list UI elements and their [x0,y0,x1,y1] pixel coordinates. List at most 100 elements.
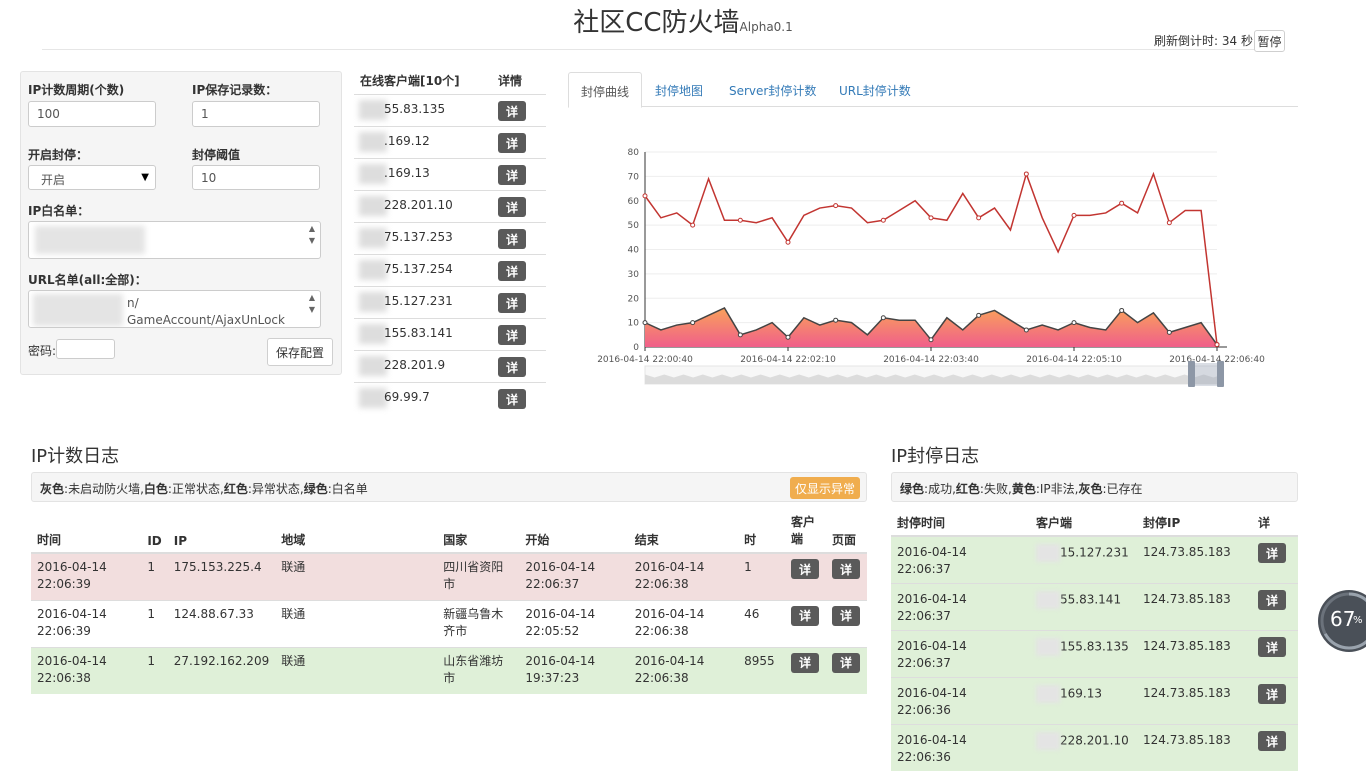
legend-key: 红色 [956,482,980,496]
cell-page: 详 [826,600,867,647]
y-tick-label: 10 [628,319,640,329]
cell-block-ip: 124.73.85.183 [1137,584,1252,631]
redacted-mask [1036,685,1060,703]
client-detail-button[interactable]: 详 [498,229,526,249]
url-list-textarea[interactable]: n/ GameAccount/AjaxUnLock ▲ ▼ [28,290,321,328]
client-row: 75.137.253详 [354,222,546,254]
tab-block-curve[interactable]: 封停曲线 [568,72,642,108]
block-threshold-input[interactable] [192,165,320,190]
column-header: 客户端 [785,510,826,553]
cell-time: 2016-04-14 22:06:36 [891,678,1030,725]
block-detail-button[interactable]: 详 [1258,637,1286,657]
scroll-down-icon[interactable]: ▼ [309,305,315,314]
page-detail-button[interactable]: 详 [832,559,860,579]
table-row: 2016-04-14 22:06:36228.201.10124.73.85.1… [891,725,1298,771]
series-1-point [929,216,933,220]
series-1-point [738,218,742,222]
redacted-mask [33,294,123,326]
countdown-value: 34 [1222,34,1237,48]
scroll-up-icon[interactable]: ▲ [309,293,315,302]
client-row: 69.99.7 详 [354,382,546,414]
series-2-point [1072,321,1076,325]
client-detail-button[interactable]: 详 [498,389,526,409]
cell-region: 联通 [275,647,437,694]
whitelist-textarea[interactable]: ▲ ▼ [28,221,321,259]
tab-block-map[interactable]: 封停地图 [643,72,715,107]
scroll-down-icon[interactable]: ▼ [309,236,315,245]
block-curve-chart: 010203040506070802016-04-14 22:00:402016… [595,140,1275,390]
block-detail-button[interactable]: 详 [1258,731,1286,751]
ip-log-title: IP计数日志 [31,442,119,468]
client-ip: 69.99.7 [384,390,430,404]
client-ip: 155.83.141 [384,326,453,340]
client-detail-button[interactable]: 详 [791,653,819,673]
version-label: Alpha0.1 [740,20,793,34]
progress-indicator[interactable]: 67 % [1318,590,1366,652]
client-detail-button[interactable]: 详 [498,133,526,153]
legend-desc: IP非法 [1040,482,1075,496]
block-enable-select[interactable]: 开启 ▼ [28,165,156,190]
legend-desc: 未启动防火墙 [68,482,140,496]
table-header-row: 时间 ID IP 地域 国家 开始 结束 时 客户端 页面 [31,510,867,553]
scroll-up-icon[interactable]: ▲ [309,224,315,233]
ip-keep-input[interactable] [192,101,320,127]
block-log-title: IP封停日志 [891,442,979,468]
client-detail-button[interactable]: 详 [498,197,526,217]
block-detail-button[interactable]: 详 [1258,543,1286,563]
redacted-mask [1036,544,1060,562]
block-detail-button[interactable]: 详 [1258,684,1286,704]
y-tick-label: 30 [628,270,640,280]
client-detail-button[interactable]: 详 [498,101,526,121]
page-detail-button[interactable]: 详 [832,653,860,673]
header-divider [42,49,1284,50]
client-row: .169.13详 [354,158,546,190]
only-abnormal-button[interactable]: 仅显示异常 [790,477,860,499]
ip-cycle-input[interactable] [28,101,156,127]
column-header: 地域 [275,510,437,553]
table-row: 2016-04-14 22:06:37155.83.135124.73.85.1… [891,631,1298,678]
cell-page: 详 [826,553,867,600]
url-line-2: GameAccount/AjaxUnLock [127,313,285,327]
client-detail-button[interactable]: 详 [498,357,526,377]
legend-key: 黄色 [1012,482,1036,496]
countdown-label: 刷新倒计时: [1154,34,1218,48]
pause-button[interactable]: 暂停 [1254,30,1285,52]
series-1-point [786,240,790,244]
column-header: 结束 [629,510,738,553]
password-input[interactable] [56,339,115,359]
tab-server-count[interactable]: Server封停计数 [717,72,828,107]
zoom-slider-handle [1217,361,1224,387]
series-1-point [1167,221,1171,225]
client-row: 55.83.135详 [354,94,546,126]
client-detail-button[interactable]: 详 [498,325,526,345]
client-detail-button[interactable]: 详 [498,165,526,185]
client-ip: 228.201.10 [384,198,453,212]
cell-time: 2016-04-14 22:06:37 [891,631,1030,678]
cell-end: 2016-04-14 22:06:38 [629,553,738,600]
block-detail-button[interactable]: 详 [1258,590,1286,610]
series-1-point [1120,201,1124,205]
client-ip: .169.12 [384,134,430,148]
series-2-point [977,313,981,317]
table-row: 2016-04-14 22:06:391175.153.225.4联通四川省资阳… [31,553,867,600]
whitelist-label: IP白名单： [28,202,89,219]
client-detail-button[interactable]: 详 [791,559,819,579]
save-config-button[interactable]: 保存配置 [267,338,333,366]
page-detail-button[interactable]: 详 [832,606,860,626]
cell-page: 详 [826,647,867,694]
page-title-text: 社区CC防火墙 [573,8,739,38]
series-2-point [786,335,790,339]
series-1-point [1215,343,1219,347]
password-label: 密码: [28,342,56,359]
cell-client: 55.83.141 [1030,584,1137,631]
column-header: 国家 [437,510,519,553]
column-header: ID [141,510,167,553]
client-detail-button[interactable]: 详 [498,293,526,313]
client-detail-button[interactable]: 详 [791,606,819,626]
cell-start: 2016-04-14 19:37:23 [519,647,628,694]
client-detail-button[interactable]: 详 [498,261,526,281]
client-row: 155.83.141 详 [354,318,546,350]
legend-desc: 异常状态 [252,482,300,496]
column-header: 详 [1252,510,1298,536]
tab-url-count[interactable]: URL封停计数 [827,72,923,107]
